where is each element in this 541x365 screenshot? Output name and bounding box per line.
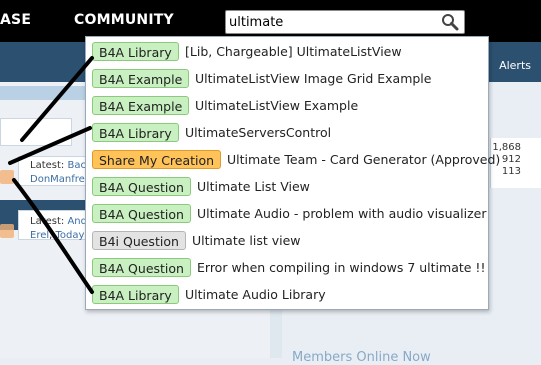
search-result-item[interactable]: B4A Question Ultimate List View bbox=[90, 176, 486, 198]
result-title[interactable]: Ultimate list view bbox=[192, 233, 301, 248]
search-result-item[interactable]: Share My Creation Ultimate Team - Card Ge… bbox=[90, 149, 500, 171]
nav-item-base[interactable]: ASE bbox=[0, 12, 31, 28]
result-prefix-tag[interactable]: B4A Question bbox=[92, 177, 191, 196]
latest-thread-link[interactable]: Bac bbox=[67, 160, 86, 171]
search-result-item[interactable]: B4A Library UltimateServersControl bbox=[90, 122, 486, 144]
result-title[interactable]: Ultimate List View bbox=[197, 179, 310, 194]
search-result-item[interactable]: B4A Example UltimateListView Image Grid E… bbox=[90, 68, 486, 90]
latest-user-link[interactable]: DonManfred bbox=[30, 174, 91, 185]
result-prefix-tag[interactable]: B4A Library bbox=[92, 42, 179, 61]
result-title[interactable]: Ultimate Team - Card Generator (Approved… bbox=[227, 152, 500, 167]
result-prefix-tag[interactable]: B4A Example bbox=[92, 69, 190, 88]
nav-item-community[interactable]: COMMUNITY bbox=[74, 12, 174, 28]
latest-user-link[interactable]: Erel bbox=[30, 230, 49, 241]
search-input[interactable] bbox=[229, 13, 429, 31]
latest-label: Latest: bbox=[30, 216, 68, 227]
latest-post-line: Latest: Bac bbox=[30, 160, 86, 171]
result-prefix-tag[interactable]: B4i Question bbox=[92, 231, 186, 250]
stat-value: 912 bbox=[501, 154, 521, 165]
search-box[interactable] bbox=[225, 10, 465, 34]
result-prefix-tag[interactable]: B4A Example bbox=[92, 96, 190, 115]
result-title[interactable]: Ultimate Audio Library bbox=[185, 287, 326, 302]
result-title[interactable]: Ultimate Audio - problem with audio visu… bbox=[197, 206, 486, 221]
result-prefix-tag[interactable]: B4A Library bbox=[92, 123, 179, 142]
result-title[interactable]: [Lib, Chargeable] UltimateListView bbox=[185, 44, 402, 59]
result-prefix-tag[interactable]: Share My Creation bbox=[92, 150, 222, 169]
result-prefix-tag[interactable]: B4A Question bbox=[92, 204, 191, 223]
alerts-link[interactable]: Alerts bbox=[499, 59, 531, 72]
rss-icon[interactable] bbox=[0, 224, 14, 238]
latest-post-line: Latest: And bbox=[30, 216, 87, 227]
search-icon[interactable] bbox=[441, 13, 459, 31]
panel-card bbox=[0, 118, 72, 146]
latest-post-meta: DonManfred bbox=[30, 174, 91, 185]
result-prefix-tag[interactable]: B4A Library bbox=[92, 285, 179, 304]
search-result-item[interactable]: B4A Question Error when compiling in wind… bbox=[90, 257, 486, 279]
search-result-item[interactable]: B4A Example UltimateListView Example bbox=[90, 95, 486, 117]
result-prefix-tag[interactable]: B4A Question bbox=[92, 258, 191, 277]
search-result-item[interactable]: B4A Library [Lib, Chargeable] UltimateLis… bbox=[90, 41, 486, 63]
search-suggestions-dropdown: B4A Library [Lib, Chargeable] UltimateLis… bbox=[85, 36, 500, 310]
latest-label: Latest: bbox=[30, 160, 68, 171]
search-result-item[interactable]: B4A Library Ultimate Audio Library bbox=[90, 284, 486, 306]
rss-icon[interactable] bbox=[0, 170, 14, 184]
result-title[interactable]: Error when compiling in windows 7 ultima… bbox=[197, 260, 485, 275]
result-title[interactable]: UltimateListView Image Grid Example bbox=[195, 71, 431, 86]
result-title[interactable]: UltimateListView Example bbox=[195, 98, 358, 113]
result-title[interactable]: UltimateServersControl bbox=[185, 125, 331, 140]
search-result-item[interactable]: B4i Question Ultimate list view bbox=[90, 230, 486, 252]
stat-value: 113 bbox=[501, 166, 521, 177]
search-result-item[interactable]: B4A Question Ultimate Audio - problem wit… bbox=[90, 203, 486, 225]
